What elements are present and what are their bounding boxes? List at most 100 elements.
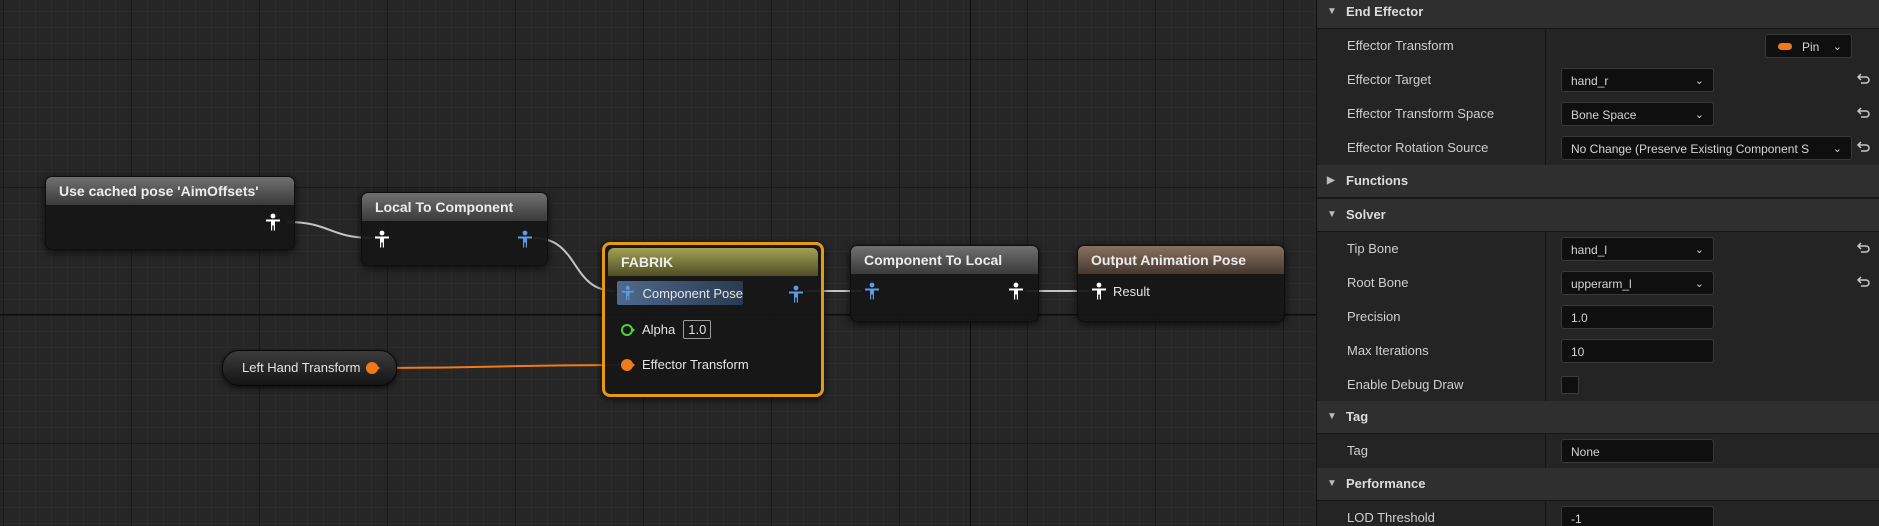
column-divider: [1545, 434, 1546, 468]
reset-to-default-icon[interactable]: [1855, 274, 1871, 290]
row-lod-threshold: LOD Threshold -1: [1317, 501, 1879, 526]
lod-threshold-input[interactable]: -1: [1561, 506, 1714, 526]
component-pose-icon: [865, 282, 879, 300]
reset-to-default-icon[interactable]: [1855, 139, 1871, 155]
column-divider: [1545, 266, 1546, 300]
row-enable-debug-draw: Enable Debug Draw: [1317, 368, 1879, 403]
section-title: End Effector: [1346, 4, 1424, 19]
cached-pose-node[interactable]: Use cached pose 'AimOffsets': [45, 176, 295, 250]
result-label: Result: [1113, 283, 1150, 299]
tag-label: Tag: [1347, 443, 1368, 458]
effector-transform-label: Effector Transform: [1347, 38, 1454, 53]
column-divider: [1545, 334, 1546, 368]
column-divider: [1545, 131, 1546, 165]
enable-debug-draw-label: Enable Debug Draw: [1347, 377, 1464, 392]
row-effector-transform-space: Effector Transform Space Bone Space ⌄: [1317, 97, 1879, 132]
column-divider: [1545, 29, 1546, 63]
effector-transform-space-label: Effector Transform Space: [1347, 106, 1495, 121]
local-to-component-title: Local To Component: [362, 193, 547, 221]
output-pose-title: Output Animation Pose: [1078, 246, 1284, 274]
tip-bone-label: Tip Bone: [1347, 241, 1399, 256]
section-solver[interactable]: ▼ Solver: [1317, 199, 1879, 232]
section-tag[interactable]: ▼ Tag: [1317, 401, 1879, 434]
reset-to-default-icon[interactable]: [1855, 71, 1871, 87]
precision-input[interactable]: 1.0: [1561, 305, 1714, 329]
component-pose-input-pin[interactable]: [864, 282, 880, 300]
effector-transform-label: Effector Transform: [642, 357, 749, 372]
chevron-down-icon: ⌄: [1694, 75, 1704, 87]
component-to-local-title: Component To Local: [851, 246, 1038, 274]
component-to-local-node[interactable]: Component To Local: [850, 245, 1039, 322]
wire-lefthand-to-effector: [379, 364, 621, 369]
combo-value: Bone Space: [1571, 108, 1637, 122]
anim-graph-canvas[interactable]: Use cached pose 'AimOffsets' Local To Co…: [0, 0, 1316, 526]
component-pose-output-pin[interactable]: [517, 230, 533, 248]
expand-arrow-icon: ▶: [1327, 175, 1335, 186]
reset-to-default-icon[interactable]: [1855, 105, 1871, 121]
effector-rotation-source-combo[interactable]: No Change (Preserve Existing Component S…: [1561, 136, 1852, 160]
alpha-label: Alpha: [642, 322, 676, 337]
root-bone-combo[interactable]: upperarm_l ⌄: [1561, 271, 1714, 295]
output-animation-pose-node[interactable]: Output Animation Pose Result: [1077, 245, 1285, 322]
pin-label: Pin: [1802, 40, 1820, 54]
row-precision: Precision 1.0: [1317, 300, 1879, 335]
row-max-iterations: Max Iterations 10: [1317, 334, 1879, 369]
chevron-down-icon: ⌄: [1830, 137, 1842, 159]
max-iterations-input[interactable]: 10: [1561, 339, 1714, 363]
tag-input[interactable]: None: [1561, 439, 1714, 463]
section-functions[interactable]: ▶ Functions: [1317, 165, 1879, 198]
effector-transform-space-combo[interactable]: Bone Space ⌄: [1561, 102, 1714, 126]
collapse-arrow-icon: ▼: [1327, 478, 1337, 489]
enable-debug-draw-checkbox[interactable]: [1561, 376, 1579, 394]
combo-value: upperarm_l: [1571, 277, 1632, 291]
component-pose-output-pin[interactable]: [788, 285, 804, 303]
section-end-effector[interactable]: ▼ End Effector: [1317, 0, 1879, 29]
row-root-bone: Root Bone upperarm_l ⌄: [1317, 266, 1879, 301]
chevron-down-icon: ⌄: [1694, 278, 1704, 290]
column-divider: [1545, 368, 1546, 402]
row-tip-bone: Tip Bone hand_l ⌄: [1317, 232, 1879, 267]
effector-transform-pin[interactable]: Effector Transform: [620, 357, 749, 372]
transform-pin-icon[interactable]: [365, 361, 381, 375]
tip-bone-combo[interactable]: hand_l ⌄: [1561, 237, 1714, 261]
alpha-pin[interactable]: Alpha 1.0: [620, 320, 712, 339]
combo-value: hand_r: [1571, 74, 1609, 88]
transform-pin-icon: [621, 358, 635, 371]
local-to-component-node[interactable]: Local To Component: [361, 192, 548, 266]
left-hand-transform-node[interactable]: Left Hand Transform: [222, 350, 397, 386]
row-effector-target: Effector Target hand_r ⌄: [1317, 63, 1879, 98]
cached-pose-title: Use cached pose 'AimOffsets': [46, 177, 294, 205]
max-iterations-label: Max Iterations: [1347, 343, 1429, 358]
effector-target-combo[interactable]: hand_r ⌄: [1561, 68, 1714, 92]
pin-dropdown[interactable]: Pin ⌄: [1765, 34, 1852, 58]
column-divider: [1545, 63, 1546, 97]
column-divider: [1545, 232, 1546, 266]
component-pose-icon: [621, 285, 634, 301]
column-divider: [1545, 300, 1546, 334]
collapse-arrow-icon: ▼: [1327, 209, 1337, 220]
section-title: Functions: [1346, 173, 1409, 188]
pose-output-pin[interactable]: [1008, 282, 1024, 300]
fabrik-node[interactable]: FABRIK Component Pose Alpha 1.0 Effector…: [602, 242, 824, 397]
fabrik-title: FABRIK: [608, 248, 818, 276]
row-effector-transform: Effector Transform Pin ⌄: [1317, 29, 1879, 64]
precision-label: Precision: [1347, 309, 1401, 324]
lod-threshold-label: LOD Threshold: [1347, 510, 1435, 525]
chevron-down-icon: ⌄: [1694, 109, 1704, 121]
reset-to-default-icon[interactable]: [1855, 240, 1871, 256]
column-divider: [1545, 501, 1546, 526]
effector-target-label: Effector Target: [1347, 72, 1432, 87]
result-pin[interactable]: Result: [1091, 282, 1150, 300]
component-pose-input-pin[interactable]: Component Pose: [617, 281, 743, 305]
effector-rotation-source-label: Effector Rotation Source: [1347, 140, 1489, 155]
pose-output-pin[interactable]: [265, 213, 281, 231]
component-pose-icon: [789, 285, 803, 303]
transform-pin-icon: [1778, 43, 1792, 50]
section-performance[interactable]: ▼ Performance: [1317, 468, 1879, 501]
alpha-input[interactable]: 1.0: [683, 320, 712, 339]
chevron-down-icon: ⌄: [1832, 41, 1842, 53]
section-title: Tag: [1346, 409, 1369, 424]
chevron-down-icon: ⌄: [1694, 244, 1704, 256]
pose-person-icon: [375, 230, 389, 248]
pose-input-pin[interactable]: [374, 230, 390, 248]
